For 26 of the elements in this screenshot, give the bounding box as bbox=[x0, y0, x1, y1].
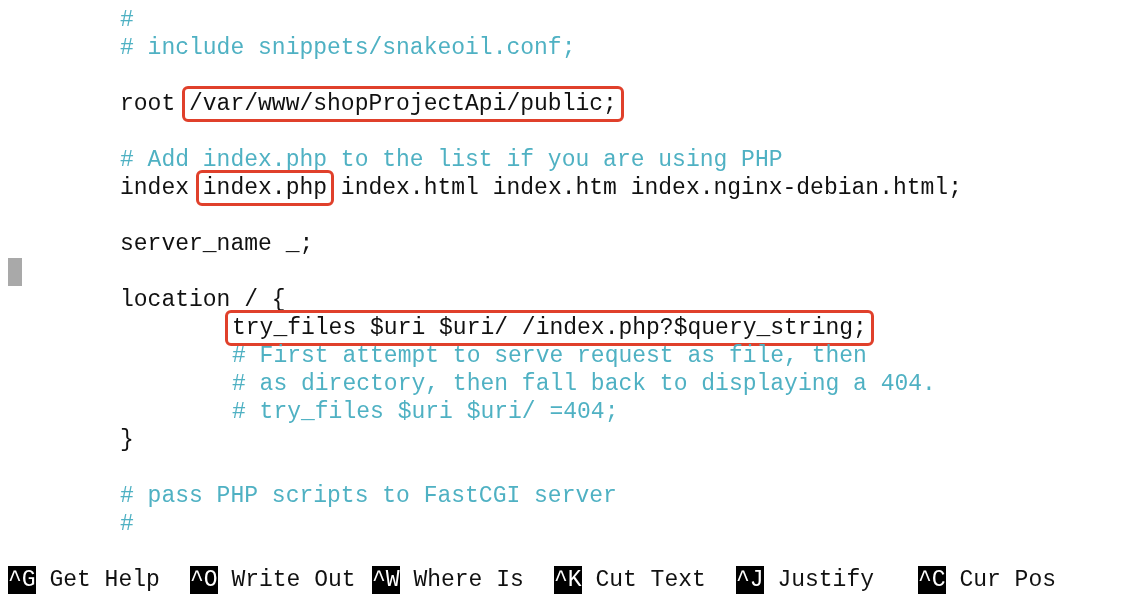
code-text: index.html index.htm index.nginx-debian.html; bbox=[340, 174, 962, 202]
shortcut-key: ^G bbox=[8, 566, 36, 594]
shortcut-key: ^K bbox=[554, 566, 582, 594]
code-comment: # bbox=[120, 6, 134, 34]
shortcut-label: Where Is bbox=[413, 566, 524, 594]
code-comment: # pass PHP scripts to FastCGI server bbox=[120, 482, 617, 510]
shortcut-key: ^W bbox=[372, 566, 400, 594]
highlighted-code: index.php bbox=[195, 170, 335, 206]
shortcut-label: Cur Pos bbox=[959, 566, 1057, 594]
text-cursor bbox=[8, 258, 22, 286]
code-text: root bbox=[120, 90, 176, 118]
code-comment: # include snippets/snakeoil.conf; bbox=[120, 34, 576, 62]
code-text: index bbox=[120, 174, 189, 202]
shortcut-key: ^O bbox=[190, 566, 218, 594]
shortcut-key: ^C bbox=[918, 566, 946, 594]
code-comment: # bbox=[120, 510, 134, 538]
shortcut-label: Get Help bbox=[49, 566, 160, 594]
code-comment: # as directory, then fall back to displaying a 404. bbox=[232, 370, 936, 398]
shortcut-label: Cut Text bbox=[595, 566, 706, 594]
code-text: server_name _; bbox=[120, 230, 314, 258]
code-text: } bbox=[120, 426, 134, 454]
code-comment: # try_files $uri $uri/ =404; bbox=[232, 398, 619, 426]
shortcut-key: ^J bbox=[736, 566, 764, 594]
shortcut-label: Justify bbox=[777, 566, 875, 594]
shortcut-label: Write Out bbox=[231, 566, 356, 594]
highlighted-code: /var/www/shopProjectApi/public; bbox=[182, 86, 624, 122]
